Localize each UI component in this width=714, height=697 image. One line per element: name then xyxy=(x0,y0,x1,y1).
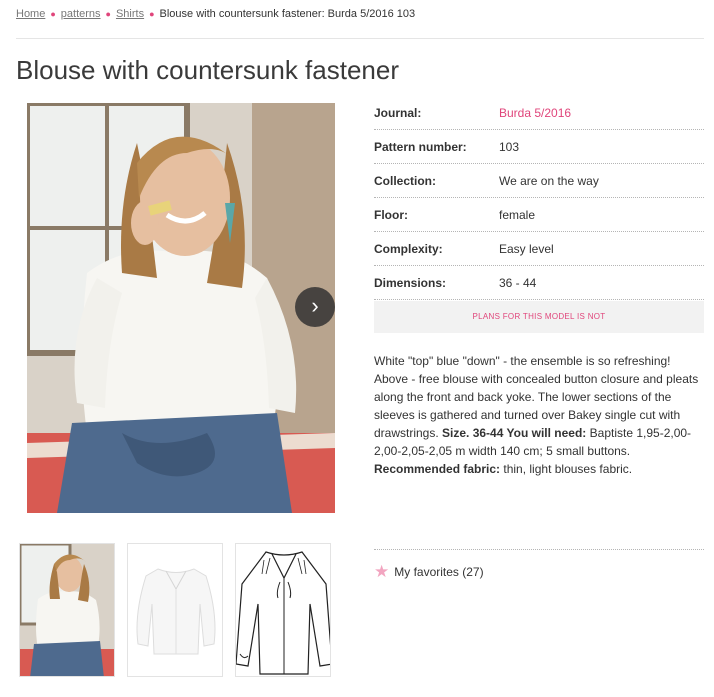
journal-link[interactable]: Burda 5/2016 xyxy=(499,106,571,120)
divider xyxy=(374,549,704,550)
breadcrumb-separator: ● xyxy=(149,9,155,19)
detail-row-pattern-number: Pattern number: 103 xyxy=(374,130,704,164)
breadcrumb-separator: ● xyxy=(105,9,111,19)
thumbnail-photo[interactable] xyxy=(19,543,115,677)
detail-value: female xyxy=(499,207,536,222)
breadcrumb-patterns-link[interactable]: patterns xyxy=(61,8,101,20)
detail-value: Easy level xyxy=(499,241,554,256)
detail-label: Collection: xyxy=(374,173,436,188)
favorites-label: My favorites (27) xyxy=(394,565,484,579)
detail-label: Complexity: xyxy=(374,241,443,256)
plans-banner: PLANS FOR THIS MODEL IS NOT xyxy=(374,301,704,333)
favorites-button[interactable]: ★ My favorites (27) xyxy=(374,562,484,582)
detail-row-collection: Collection: We are on the way xyxy=(374,164,704,198)
star-icon: ★ xyxy=(374,562,390,581)
next-photo-arrow[interactable]: › xyxy=(295,287,335,327)
fabric-label: Recommended fabric: xyxy=(374,462,501,476)
detail-row-journal: Journal: Burda 5/2016 xyxy=(374,96,704,130)
detail-row-complexity: Complexity: Easy level xyxy=(374,232,704,266)
page-title: Blouse with countersunk fastener xyxy=(16,55,399,85)
main-product-photo[interactable] xyxy=(27,103,335,513)
detail-value: We are on the way xyxy=(499,173,599,188)
fabric-text: thin, light blouses fabric. xyxy=(503,462,633,476)
detail-label: Floor: xyxy=(374,207,408,222)
detail-value: 103 xyxy=(499,139,520,154)
pattern-details: Journal: Burda 5/2016 Pattern number: 10… xyxy=(374,96,704,333)
breadcrumb-current: Blouse with countersunk fastener: Burda … xyxy=(159,8,416,20)
divider xyxy=(16,38,704,39)
breadcrumb-home-link[interactable]: Home xyxy=(16,8,45,20)
detail-label: Journal: xyxy=(374,105,422,120)
detail-value: 36 - 44 xyxy=(499,275,537,290)
detail-label: Dimensions: xyxy=(374,275,447,290)
breadcrumb-separator: ● xyxy=(50,9,56,19)
size-label: Size. 36-44 You will need: xyxy=(442,426,587,440)
pattern-description: White "top" blue "down" - the ensemble i… xyxy=(374,352,704,478)
detail-row-floor: Floor: female xyxy=(374,198,704,232)
thumbnail-flat-blouse[interactable] xyxy=(127,543,223,677)
breadcrumb-shirts-link[interactable]: Shirts xyxy=(116,8,144,20)
detail-label: Pattern number: xyxy=(374,139,467,154)
breadcrumb: Home ● patterns ● Shirts ● Blouse with counter… xyxy=(16,8,415,20)
detail-row-dimensions: Dimensions: 36 - 44 xyxy=(374,266,704,300)
thumbnail-technical-drawing[interactable] xyxy=(235,543,331,677)
